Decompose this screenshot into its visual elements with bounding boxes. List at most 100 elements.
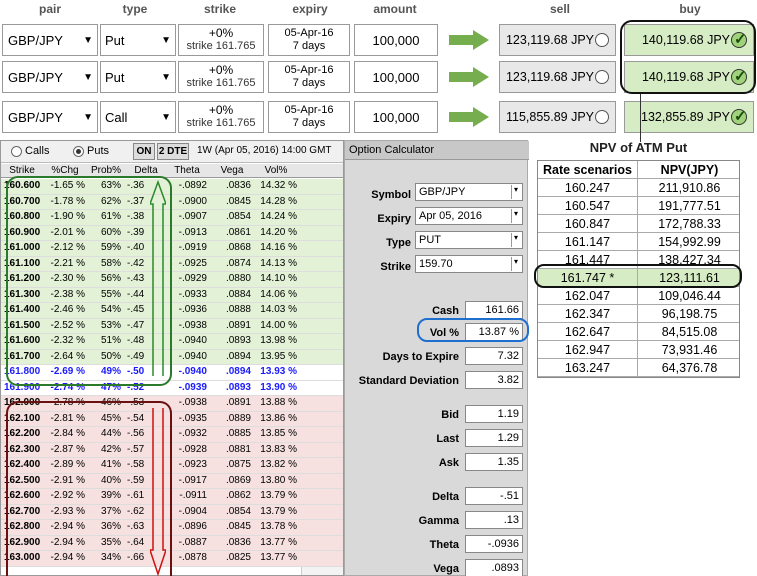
pair-select[interactable]: GBP/JPY ▼ <box>2 101 98 133</box>
puts-radio[interactable]: Puts <box>73 145 109 157</box>
col-delta[interactable]: Delta <box>127 165 165 176</box>
npv-rate: 162.647 <box>538 323 638 341</box>
col-vega[interactable]: Vega <box>213 165 251 176</box>
npv-row: 160.247 211,910.86 <box>538 179 739 197</box>
type-select[interactable]: Call ▼ <box>100 101 176 133</box>
cell-vega: .0891 <box>225 319 251 331</box>
npv-rate: 160.247 <box>538 179 638 197</box>
days-field[interactable]: 7.32 <box>465 347 523 365</box>
calls-label: Calls <box>25 145 50 157</box>
npv-row: 160.547 191,777.51 <box>538 197 739 215</box>
npv-row: 160.847 172,788.33 <box>538 215 739 233</box>
sell-option[interactable]: 123,119.68 JPY <box>499 61 616 93</box>
cash-field[interactable]: 161.66 <box>465 301 523 319</box>
expiry-select[interactable]: Apr 05, 2016 ▾ <box>415 207 523 225</box>
screen: { "headers": {"pair":"pair","type":"type… <box>0 0 757 576</box>
npv-rate: 162.947 <box>538 341 638 359</box>
amount-field[interactable]: 100,000 <box>354 101 438 133</box>
strike-pct: +0% <box>208 63 234 77</box>
cell-theta: -.0913 <box>178 226 207 238</box>
cell-vega: .0845 <box>225 521 251 532</box>
col-theta[interactable]: Theta <box>167 165 207 176</box>
cell-vol: 13.80 % <box>260 474 297 486</box>
sd-field[interactable]: 3.82 <box>465 371 523 389</box>
delta-label: Delta <box>432 491 459 503</box>
cell-vega: .0894 <box>225 350 251 362</box>
type-select[interactable]: Put ▼ <box>100 24 176 56</box>
col-vol[interactable]: Vol% <box>255 165 297 176</box>
dropdown-arrow-icon: ▾ <box>511 233 520 247</box>
cell-vega: .0893 <box>225 335 251 346</box>
buy-checked-icon[interactable] <box>731 107 747 125</box>
header-strike: strike <box>203 2 237 16</box>
cell-vega: .0854 <box>225 211 251 222</box>
pair-select[interactable]: GBP/JPY ▼ <box>2 24 98 56</box>
sell-option[interactable]: 123,119.68 JPY <box>499 24 616 56</box>
npv-rate: 160.847 <box>538 215 638 233</box>
strike-field[interactable]: +0% strike 161.765 <box>178 61 264 93</box>
cell-vol: 14.16 % <box>260 242 297 253</box>
header-expiry: expiry <box>292 2 328 16</box>
pair-select[interactable]: GBP/JPY ▼ <box>2 61 98 93</box>
expiry-field[interactable]: 05-Apr-16 7 days <box>268 101 350 133</box>
expiry-label: 1W (Apr 05, 2016) 14:00 GMT <box>197 145 332 156</box>
strike-field[interactable]: +0% strike 161.765 <box>178 24 264 56</box>
header-amount: amount <box>373 2 417 16</box>
buy-option[interactable]: 132,855.89 JPY <box>624 101 754 133</box>
expiry-field[interactable]: 05-Apr-16 7 days <box>268 24 350 56</box>
last-label: Last <box>436 433 459 445</box>
cell-vol: 13.77 % <box>260 536 297 548</box>
npv-header-row: Rate scenarios NPV(JPY) <box>538 161 739 179</box>
arrow-up-icon <box>150 180 166 376</box>
cell-vol: 13.79 % <box>260 505 297 517</box>
type-select[interactable]: PUT ▾ <box>415 231 523 249</box>
type-select[interactable]: Put ▼ <box>100 61 176 93</box>
delta-field[interactable]: -.51 <box>465 487 523 505</box>
on-button[interactable]: ON <box>133 143 155 160</box>
npv-row: 161.147 154,992.99 <box>538 233 739 251</box>
pair-value: GBP/JPY <box>8 69 63 85</box>
symbol-select[interactable]: GBP/JPY ▾ <box>415 183 523 201</box>
cell-vol: 13.86 % <box>260 412 297 424</box>
cell-vol: 13.79 % <box>260 490 297 501</box>
header-buy: buy <box>679 2 701 16</box>
last-field[interactable]: 1.29 <box>465 429 523 447</box>
chain-toolbar: Calls Puts ON 2 DTE 1W (Apr 05, 2016) 14… <box>1 141 343 163</box>
sell-option[interactable]: 115,855.89 JPY <box>499 101 616 133</box>
gamma-field[interactable]: .13 <box>465 511 523 529</box>
strike-field[interactable]: +0% strike 161.765 <box>178 101 264 133</box>
npv-rate: 162.047 <box>538 287 638 305</box>
expiry-field[interactable]: 05-Apr-16 7 days <box>268 61 350 93</box>
atm-npv-highlight-loop <box>534 264 742 288</box>
cell-vol: 14.03 % <box>260 304 297 315</box>
sell-radio[interactable] <box>595 110 609 124</box>
cell-theta: -.0940 <box>178 335 207 346</box>
col-chg[interactable]: %Chg <box>45 165 85 176</box>
vega-field[interactable]: .0893 <box>465 559 523 576</box>
cell-theta: -.0940 <box>178 366 207 377</box>
header-type: type <box>122 2 148 16</box>
cell-vol: 13.95 % <box>260 350 297 362</box>
strike-select[interactable]: 159.70 ▾ <box>415 255 523 273</box>
theta-field[interactable]: -.0936 <box>465 535 523 553</box>
cell-vega: .0893 <box>225 381 251 393</box>
col-strike[interactable]: Strike <box>4 165 40 176</box>
dte-button[interactable]: 2 DTE <box>157 143 189 160</box>
col-prob[interactable]: Prob% <box>89 165 123 176</box>
calls-radio[interactable]: Calls <box>11 145 49 157</box>
expiry-date: 05-Apr-16 <box>284 104 334 116</box>
cell-theta: -.0935 <box>178 412 207 424</box>
ask-field[interactable]: 1.35 <box>465 453 523 471</box>
amount-field[interactable]: 100,000 <box>354 24 438 56</box>
npv-row: 163.247 64,376.78 <box>538 359 739 377</box>
npv-rate: 163.247 <box>538 359 638 377</box>
cell-theta: -.0892 <box>178 180 207 191</box>
cell-theta: -.0911 <box>179 490 207 501</box>
amount-field[interactable]: 100,000 <box>354 61 438 93</box>
sell-radio[interactable] <box>595 33 609 47</box>
bid-label: Bid <box>441 409 459 421</box>
sell-radio[interactable] <box>595 70 609 84</box>
bid-field[interactable]: 1.19 <box>465 405 523 423</box>
strike-value: 159.70 <box>419 258 453 270</box>
cell-vega: .0836 <box>225 180 251 191</box>
